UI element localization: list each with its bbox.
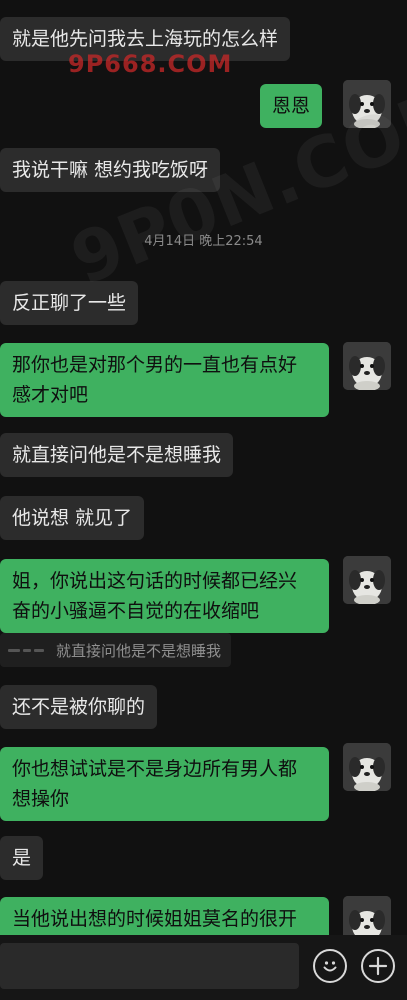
incoming-message-bubble[interactable]: 他说想 就见了 <box>0 496 145 540</box>
more-button[interactable] <box>361 949 395 983</box>
avatar[interactable] <box>343 556 391 604</box>
message-timestamp: 4月14日 晚上22:54 <box>144 234 263 249</box>
outgoing-message-bubble[interactable]: 你也想试试是不是身边所有男人都 想操你 <box>0 747 329 821</box>
quote-preview-icon <box>8 643 46 657</box>
incoming-message-bubble[interactable]: 我说干嘛 想约我吃饭呀 <box>0 148 221 192</box>
avatar[interactable] <box>343 743 391 791</box>
dog-avatar-icon <box>343 342 391 390</box>
smiley-icon <box>323 961 337 972</box>
outgoing-message-bubble[interactable]: 那你也是对那个男的一直也有点好 感才对吧 <box>0 343 329 417</box>
dog-avatar-icon <box>343 743 391 791</box>
message-input[interactable] <box>0 943 299 989</box>
message-list[interactable]: 就是他先问我去上海玩的怎么样 恩恩 我说干嘛 想约我吃饭呀 4月14日 晚上22… <box>0 0 407 935</box>
incoming-message-bubble[interactable]: 就直接问他是不是想睡我 <box>0 433 234 477</box>
quoted-message[interactable]: 就直接问他是不是想睡我 <box>0 633 232 667</box>
incoming-message-bubble[interactable]: 是 <box>0 836 44 880</box>
emoji-button[interactable] <box>313 949 347 983</box>
outgoing-message-bubble[interactable]: 姐，你说出这句话的时候都已经兴 奋的小骚逼不自觉的在收缩吧 <box>0 559 329 633</box>
avatar[interactable] <box>343 80 391 128</box>
chat-screen: 就是他先问我去上海玩的怎么样 恩恩 我说干嘛 想约我吃饭呀 4月14日 晚上22… <box>0 0 407 1000</box>
incoming-message-bubble[interactable]: 反正聊了一些 <box>0 281 139 325</box>
outgoing-message-bubble[interactable]: 当他说出想的时候姐姐莫名的很开 <box>0 897 329 935</box>
outgoing-message-bubble[interactable]: 恩恩 <box>260 84 323 128</box>
incoming-message-bubble[interactable]: 就是他先问我去上海玩的怎么样 <box>0 17 291 61</box>
input-bar <box>0 935 407 1000</box>
dog-avatar-icon <box>343 896 391 935</box>
avatar[interactable] <box>343 342 391 390</box>
avatar[interactable] <box>343 896 391 935</box>
quoted-message-text: 就直接问他是不是想睡我 <box>56 641 222 660</box>
dog-avatar-icon <box>343 556 391 604</box>
incoming-message-bubble[interactable]: 还不是被你聊的 <box>0 685 158 729</box>
dog-avatar-icon <box>343 80 391 128</box>
plus-icon <box>368 956 388 976</box>
